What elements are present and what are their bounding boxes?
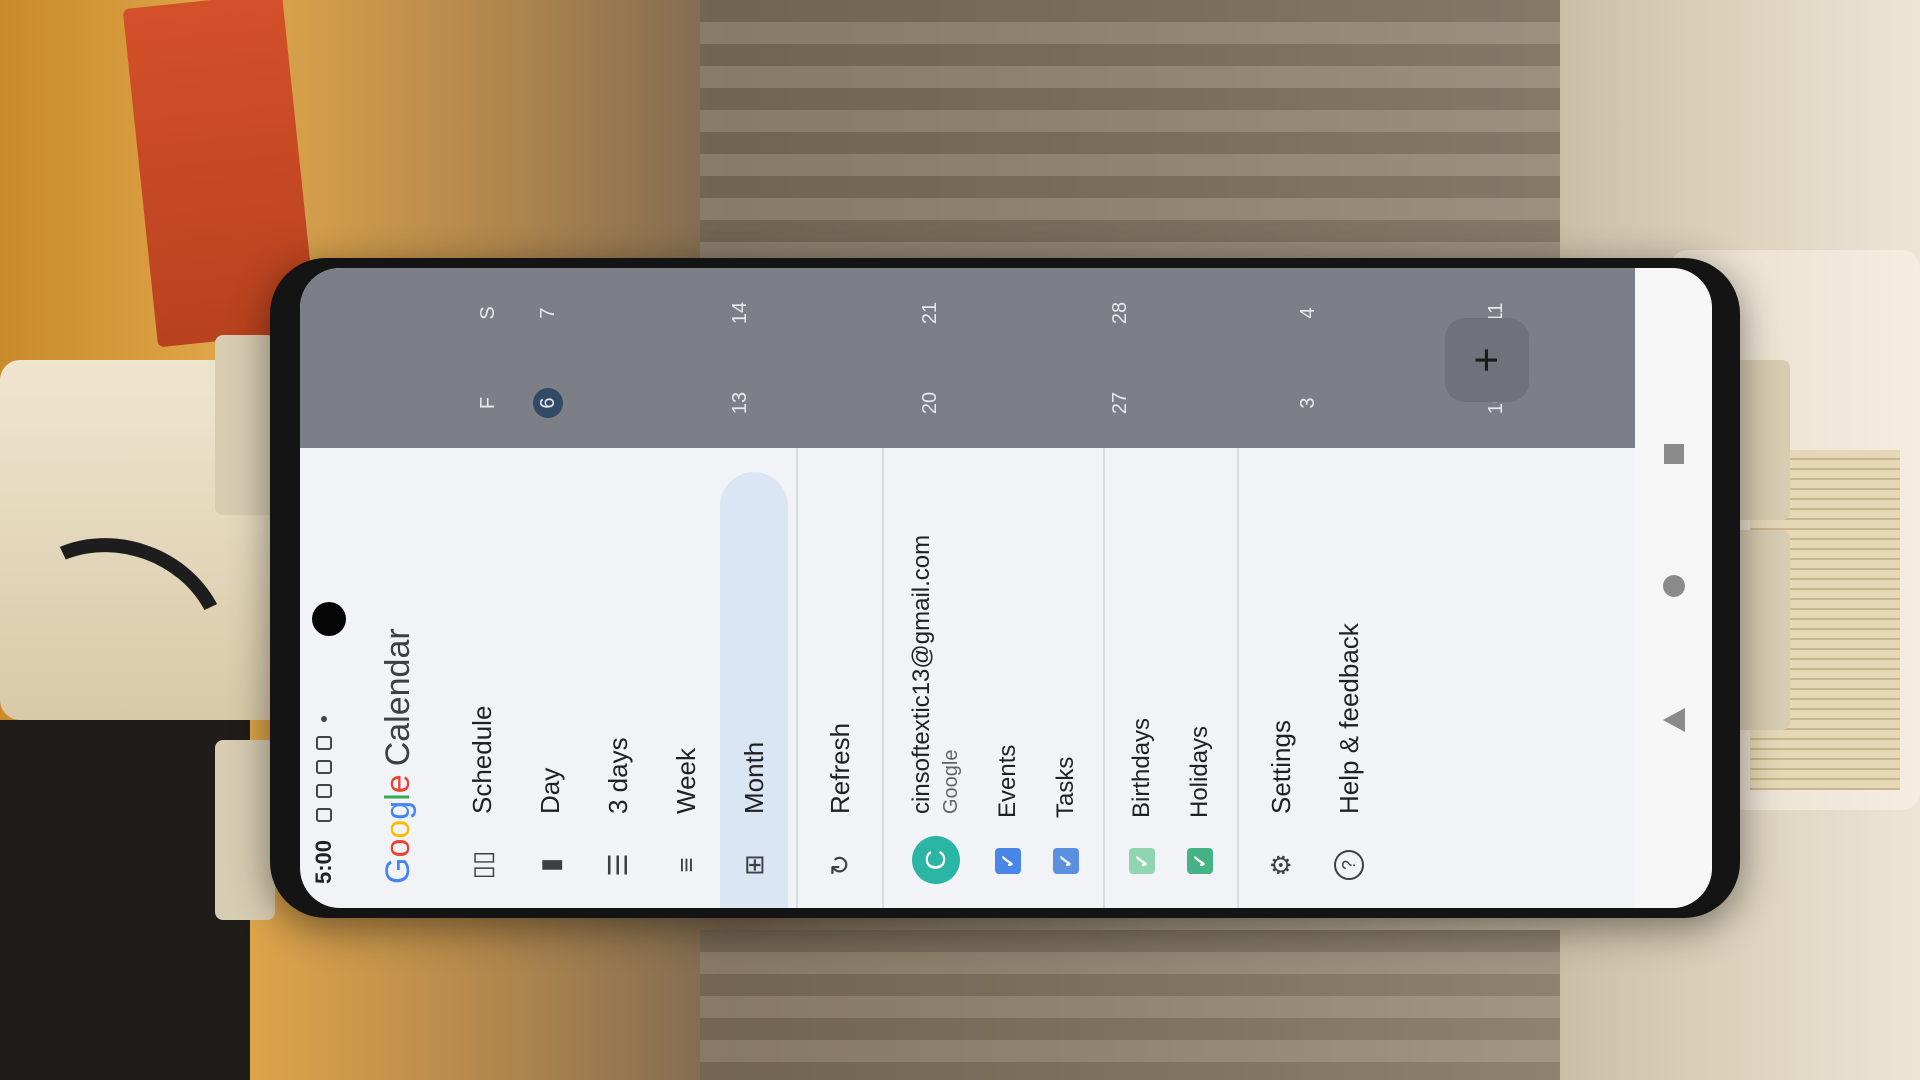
status-time: 5:00	[311, 839, 336, 884]
calendar-tasks[interactable]: ✓ Tasks	[1037, 448, 1095, 908]
view-label: Month	[738, 741, 769, 814]
camera-cutout	[312, 602, 346, 636]
calendar-label: Tasks	[1052, 756, 1079, 818]
week-row-5: 3 4	[1288, 268, 1328, 448]
view-month[interactable]: ⊞ Month	[720, 472, 788, 908]
status-dot	[321, 715, 327, 722]
calendar-birthdays[interactable]: ✓ Birthdays	[1113, 448, 1171, 908]
week-row-2: 13 14	[720, 268, 760, 448]
divider	[1103, 448, 1105, 908]
view-label: Day	[534, 767, 565, 814]
date-cell[interactable]: 7	[537, 268, 560, 358]
refresh-icon: ↻	[824, 854, 855, 876]
month-icon: ⊞	[738, 854, 769, 876]
calendar-label: Birthdays	[1128, 717, 1155, 818]
date-cell[interactable]: 4	[1297, 268, 1320, 358]
phone-screen: 5:00 ▾ ✓ C F S 6 7 13	[300, 268, 1712, 908]
today-date[interactable]: 6	[533, 388, 563, 418]
checkbox-checked-icon[interactable]: ✓	[995, 848, 1021, 874]
logo-letter: g	[378, 800, 417, 820]
week-row-1: 6 7	[528, 268, 568, 448]
day-header-s: S	[476, 306, 499, 320]
week-row-3: 20 21	[910, 268, 950, 448]
gear-icon: ⚙	[1265, 853, 1296, 877]
account-item[interactable]: C cinsoftextic13@gmail.com Google	[892, 448, 979, 908]
day-icon: ▮	[534, 857, 565, 873]
view-label: Schedule	[466, 705, 497, 814]
recent-apps-icon[interactable]	[1663, 443, 1684, 464]
account-text: cinsoftextic13@gmail.com Google	[908, 535, 963, 814]
divider	[882, 448, 884, 908]
app-title: Calendar	[378, 628, 417, 767]
day-header-row: F S	[468, 268, 508, 448]
refresh-label: Refresh	[824, 722, 855, 814]
google-logo: Google	[379, 774, 418, 884]
refresh-item[interactable]: ↻ Refresh	[806, 448, 874, 908]
week-icon: ≡	[670, 857, 701, 873]
view-3-days[interactable]: ☰ 3 days	[584, 448, 652, 908]
background-shelf	[700, 0, 1560, 270]
date-cell[interactable]: 27	[1109, 358, 1132, 448]
navigation-drawer: Google Calendar ▯▯ Schedule ▮ Day ☰ 3 da…	[348, 448, 1635, 908]
date-cell[interactable]: 21	[919, 268, 942, 358]
phone-clamp-left-top	[215, 335, 275, 515]
logo-letter: G	[378, 857, 417, 884]
date-cell[interactable]: 6	[533, 358, 563, 448]
logo-letter: e	[378, 774, 417, 794]
help-icon: ?	[1334, 850, 1364, 880]
screen-canvas: 5:00 ▾ ✓ C F S 6 7 13	[300, 268, 1712, 908]
account-provider: Google	[940, 749, 962, 815]
calendar-label: Holidays	[1186, 725, 1213, 818]
android-nav-bar	[1635, 268, 1712, 908]
calendar-topbar	[300, 268, 348, 448]
day-header-f: F	[476, 396, 499, 410]
divider	[796, 448, 798, 908]
background-shelf-lower	[700, 930, 1560, 1080]
calendar-holidays[interactable]: ✓ Holidays	[1171, 448, 1229, 908]
view-schedule[interactable]: ▯▯ Schedule	[448, 448, 516, 908]
three-days-icon: ☰	[602, 853, 633, 877]
help-label: Help & feedback	[1333, 623, 1364, 814]
date-cell[interactable]: 28	[1109, 268, 1132, 358]
account-email: cinsoftextic13@gmail.com	[908, 534, 935, 814]
checkbox-checked-icon[interactable]: ✓	[1129, 848, 1155, 874]
calendar-scrim[interactable]: F S 6 7 13 14 20 21 27 28 3 4 10 11	[348, 268, 1635, 448]
status-icon-1	[316, 807, 332, 822]
status-icon-4	[316, 735, 332, 750]
home-icon[interactable]	[1662, 575, 1685, 598]
phone-clamp-left-bottom	[215, 740, 275, 920]
date-cell[interactable]: 14	[729, 268, 752, 358]
logo-letter: o	[378, 838, 417, 858]
view-label: Week	[670, 748, 701, 814]
settings-label: Settings	[1265, 720, 1296, 814]
view-label: 3 days	[602, 737, 633, 814]
checkbox-checked-icon[interactable]: ✓	[1187, 848, 1213, 874]
week-row-4: 27 28	[1100, 268, 1140, 448]
logo-letter: o	[378, 819, 417, 839]
logo-letter: l	[378, 793, 417, 801]
view-day[interactable]: ▮ Day	[516, 448, 584, 908]
back-icon[interactable]	[1662, 708, 1685, 733]
create-event-button[interactable]: +	[1445, 318, 1529, 402]
checkbox-checked-icon[interactable]: ✓	[1053, 848, 1079, 874]
date-cell[interactable]: 13	[729, 358, 752, 448]
help-item[interactable]: ? Help & feedback	[1315, 448, 1383, 908]
status-icon-2	[316, 783, 332, 798]
date-cell[interactable]: 20	[919, 358, 942, 448]
schedule-icon: ▯▯	[466, 850, 497, 880]
view-week[interactable]: ≡ Week	[652, 448, 720, 908]
divider	[1237, 448, 1239, 908]
settings-item[interactable]: ⚙ Settings	[1247, 448, 1315, 908]
dark-block	[0, 720, 250, 1080]
calendar-label: Events	[994, 744, 1021, 818]
account-avatar: C	[911, 836, 960, 884]
date-cell[interactable]: 3	[1297, 358, 1320, 448]
status-icon-3	[316, 759, 332, 774]
calendar-events[interactable]: ✓ Events	[979, 448, 1037, 908]
app-brand: Google Calendar	[348, 448, 448, 908]
